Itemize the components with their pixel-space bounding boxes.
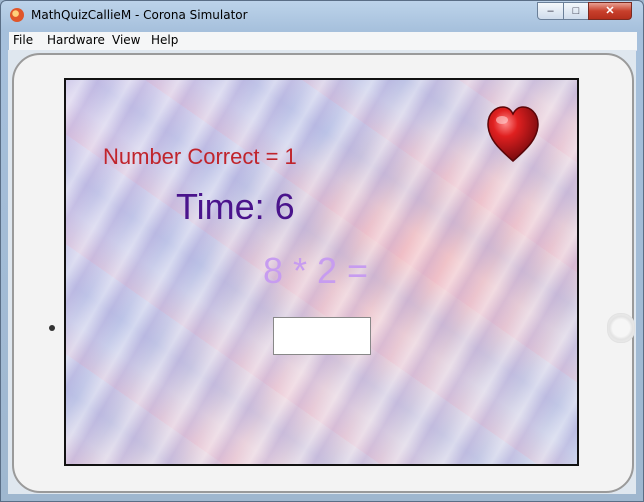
window-title: MathQuizCallieM - Corona Simulator (31, 8, 248, 22)
number-correct-label: Number Correct = 1 (103, 144, 297, 169)
camera-dot (49, 325, 55, 331)
home-button[interactable] (607, 313, 635, 343)
menu-view[interactable]: View (112, 33, 140, 47)
game-screen: Number Correct = 1 Time: 6 8 * 2 = (64, 78, 579, 466)
timer-label: Time: 6 (176, 186, 295, 227)
menu-help[interactable]: Help (151, 33, 178, 47)
menu-file[interactable]: File (13, 33, 33, 47)
menu-bar: File Hardware View Help (9, 32, 637, 51)
maximize-button[interactable]: □ (563, 2, 589, 20)
question-label: 8 * 2 = (263, 250, 369, 291)
answer-input[interactable] (273, 317, 371, 355)
menu-hardware[interactable]: Hardware (47, 33, 105, 47)
close-button[interactable]: ✕ (588, 2, 632, 20)
corona-app-icon (10, 8, 24, 22)
heart-icon (487, 106, 539, 162)
minimize-button[interactable]: – (537, 2, 564, 20)
title-bar[interactable]: MathQuizCallieM - Corona Simulator – □ ✕ (1, 1, 643, 31)
